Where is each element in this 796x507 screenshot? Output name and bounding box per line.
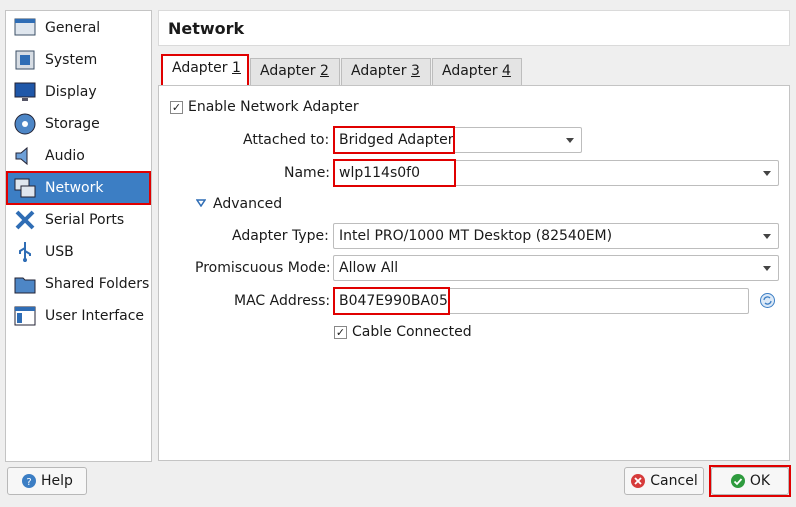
- sidebar-item-label: Storage: [45, 116, 100, 132]
- mac-address-label: MAC Address:: [234, 293, 331, 309]
- name-select[interactable]: wlp114s0f0: [333, 160, 779, 186]
- sidebar-item-label: Shared Folders: [45, 276, 150, 292]
- ok-button[interactable]: OK: [711, 467, 789, 495]
- sidebar-item-general[interactable]: General: [7, 12, 150, 44]
- general-icon: [14, 18, 36, 36]
- tab-adapter-4[interactable]: Adapter 4: [432, 58, 522, 86]
- display-icon: [14, 82, 36, 101]
- audio-icon: [15, 146, 28, 166]
- usb-icon: [19, 242, 31, 262]
- system-icon: [15, 50, 35, 70]
- adapter-panel: ✓ Enable Network Adapter Attached to: Br…: [158, 85, 790, 461]
- sidebar-item-label: Network: [45, 180, 104, 196]
- chevron-down-icon: [763, 171, 771, 176]
- mac-address-value: B047E990BA05: [339, 293, 448, 309]
- sidebar-item-label: USB: [45, 244, 74, 260]
- name-label: Name:: [284, 165, 331, 181]
- name-value: wlp114s0f0: [339, 165, 420, 181]
- sidebar-item-label: Display: [45, 84, 97, 100]
- promiscuous-mode-label: Promiscuous Mode:: [195, 260, 331, 276]
- ok-check-icon: [730, 474, 745, 488]
- sidebar-item-label: Audio: [45, 148, 85, 164]
- ok-button-label: OK: [749, 473, 771, 489]
- enable-adapter-checkbox[interactable]: ✓: [170, 101, 183, 114]
- svg-text:?: ?: [26, 477, 31, 488]
- network-icon: [14, 178, 36, 198]
- sidebar-item-user-interface[interactable]: User Interface: [7, 300, 150, 332]
- adapter-type-select[interactable]: Intel PRO/1000 MT Desktop (82540EM): [333, 223, 779, 249]
- sidebar-item-label: General: [45, 20, 101, 36]
- shared-folders-icon: [14, 277, 36, 294]
- page-title: Network: [158, 10, 790, 46]
- cable-connected-checkbox[interactable]: ✓: [334, 326, 347, 339]
- sidebar-item-network[interactable]: Network: [6, 171, 151, 205]
- promiscuous-mode-select[interactable]: Allow All: [333, 255, 779, 281]
- help-button-label: Help: [41, 473, 73, 489]
- cable-connected-label: Cable Connected: [352, 324, 472, 340]
- refresh-icon[interactable]: [759, 292, 776, 309]
- help-icon: ?: [22, 474, 37, 488]
- serial-ports-icon: [15, 210, 35, 230]
- sidebar-item-label: User Interface: [45, 308, 145, 324]
- triangle-down-icon[interactable]: [196, 199, 206, 207]
- mac-address-field[interactable]: B047E990BA05: [333, 288, 749, 314]
- attached-to-select[interactable]: Bridged Adapter: [333, 127, 582, 153]
- cancel-button[interactable]: Cancel: [624, 467, 704, 495]
- attached-to-value: Bridged Adapter: [339, 132, 454, 148]
- enable-adapter-label: Enable Network Adapter: [188, 99, 359, 115]
- tab-adapter-2[interactable]: Adapter 2: [250, 58, 340, 86]
- tab-adapter-3[interactable]: Adapter 3: [341, 58, 431, 86]
- adapter-type-value: Intel PRO/1000 MT Desktop (82540EM): [339, 228, 613, 244]
- advanced-toggle-label[interactable]: Advanced: [213, 196, 282, 212]
- sidebar-item-usb[interactable]: USB: [7, 236, 150, 268]
- storage-icon: [14, 113, 36, 135]
- chevron-down-icon: [763, 234, 771, 239]
- tab-adapter-1[interactable]: Adapter 1: [161, 54, 249, 87]
- sidebar-item-label: Serial Ports: [45, 212, 125, 228]
- chevron-down-icon: [763, 266, 771, 271]
- sidebar-item-system[interactable]: System: [7, 44, 150, 76]
- chevron-down-icon: [566, 138, 574, 143]
- promiscuous-mode-value: Allow All: [339, 260, 399, 276]
- help-button[interactable]: ? Help: [7, 467, 87, 495]
- cancel-icon: [631, 474, 646, 488]
- adapter-type-label: Adapter Type:: [232, 228, 329, 244]
- sidebar-item-label: System: [45, 52, 98, 68]
- sidebar-item-serial-ports[interactable]: Serial Ports: [7, 204, 150, 236]
- sidebar-item-shared-folders[interactable]: Shared Folders: [7, 268, 150, 300]
- sidebar-item-storage[interactable]: Storage: [7, 108, 150, 140]
- cancel-button-label: Cancel: [650, 473, 698, 489]
- user-interface-icon: [14, 306, 36, 326]
- settings-sidebar: General System Display Storage Audio Net…: [5, 10, 152, 462]
- attached-to-label: Attached to:: [243, 132, 330, 148]
- sidebar-item-display[interactable]: Display: [7, 76, 150, 108]
- sidebar-item-audio[interactable]: Audio: [7, 140, 150, 172]
